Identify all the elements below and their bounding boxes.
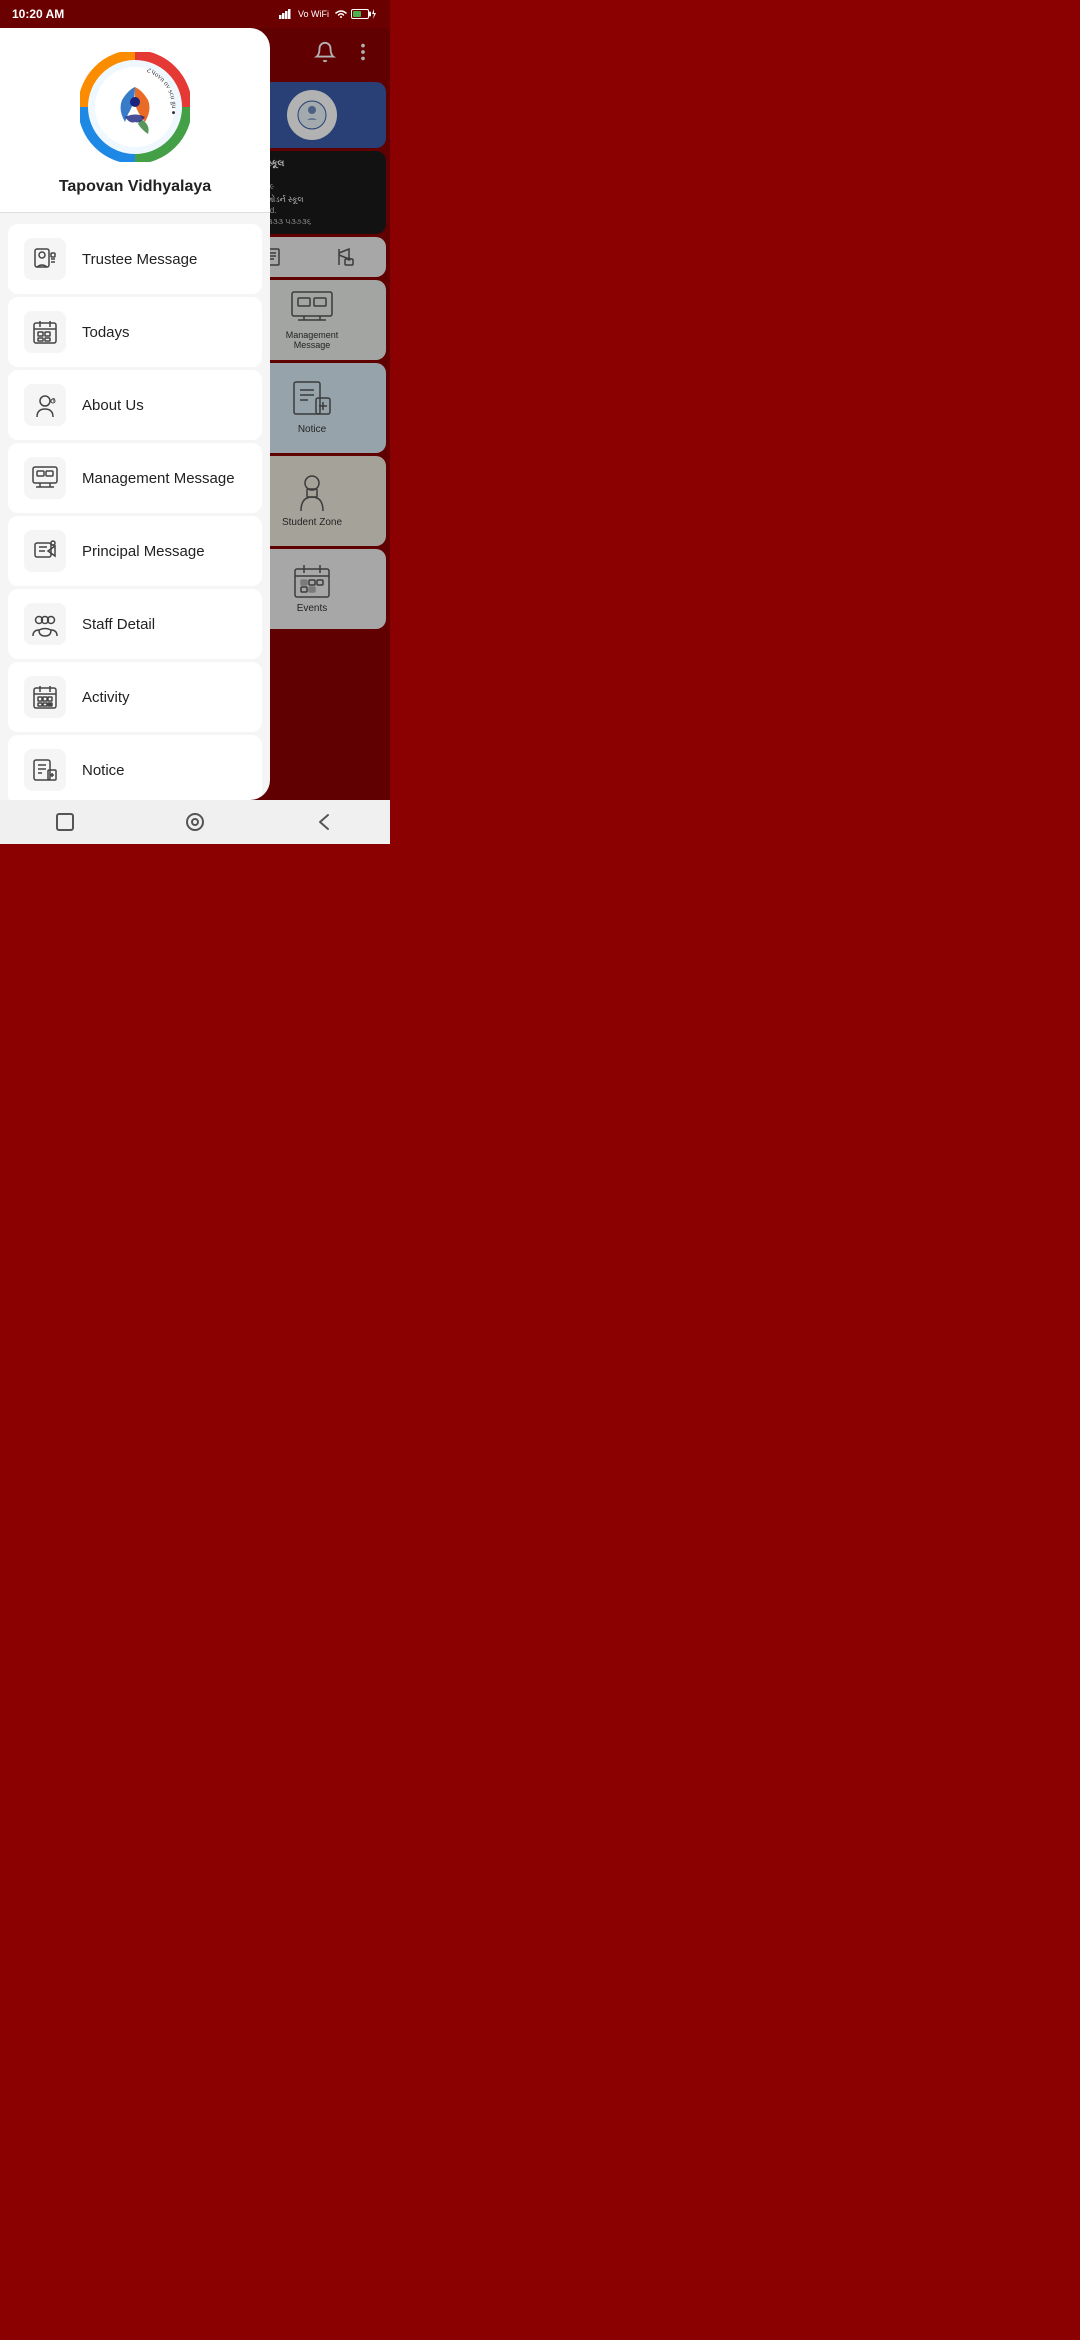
menu-item-todays[interactable]: Todays [8,297,262,367]
management-icon-box [24,457,66,499]
menu-item-notice[interactable]: Notice [8,735,262,800]
status-bar: 10:20 AM Vo WiFi [0,0,390,28]
menu-item-activity[interactable]: Activity [8,662,262,732]
school-name: Tapovan Vidhyalaya [59,178,211,196]
charging-icon [370,9,378,19]
todays-label: Todays [82,324,130,341]
principal-message-label: Principal Message [82,543,205,560]
drawer-divider [0,212,270,213]
principal-icon-box [24,530,66,572]
about-us-label: About Us [82,397,144,414]
menu-item-about-us[interactable]: ? About Us [8,370,262,440]
menu-item-staff-detail[interactable]: Staff Detail [8,589,262,659]
menu-list: Trustee Message Todays [0,217,270,800]
activity-label: Activity [82,689,130,706]
back-nav-button[interactable] [311,808,339,836]
status-icons: Vo WiFi [279,9,378,19]
home-nav-button[interactable] [181,808,209,836]
signal-icon [279,9,293,19]
notice-label: Notice [82,762,125,779]
notice-icon-box [24,749,66,791]
navigation-drawer: ટ‌પovn ov scu gu‌ ● Tapovan Vidhyalaya T… [0,28,270,800]
trustee-icon-box [24,238,66,280]
staff-icon-box [24,603,66,645]
wifi-icon [334,9,348,19]
battery-container [351,9,378,19]
todays-icon-box [24,311,66,353]
vo-wifi-label: Vo WiFi [298,9,329,19]
trustee-message-label: Trustee Message [82,251,197,268]
drawer-header: ટ‌પovn ov scu gu‌ ● Tapovan Vidhyalaya [0,28,270,212]
menu-item-trustee-message[interactable]: Trustee Message [8,224,262,294]
svg-text:?: ? [52,398,55,404]
square-nav-button[interactable] [51,808,79,836]
menu-item-principal-message[interactable]: Principal Message [8,516,262,586]
battery-icon [351,9,369,19]
bottom-navigation [0,800,390,844]
menu-item-management-message[interactable]: Management Message [8,443,262,513]
about-icon-box: ? [24,384,66,426]
school-logo: ટ‌પovn ov scu gu‌ ● [80,52,190,162]
management-message-label: Management Message [82,470,235,487]
activity-icon-box [24,676,66,718]
staff-detail-label: Staff Detail [82,616,155,633]
status-time: 10:20 AM [12,7,64,21]
